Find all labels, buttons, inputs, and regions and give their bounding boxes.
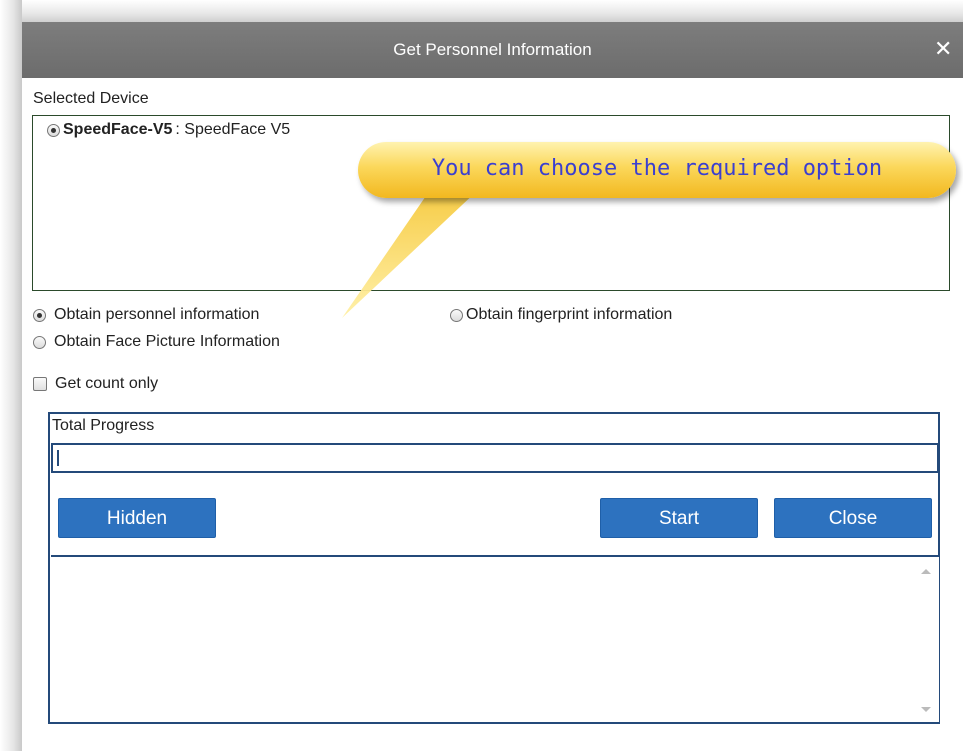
device-item-speedface[interactable]: SpeedFace-V5 : SpeedFace V5 — [47, 121, 290, 139]
option-face-picture-label: Obtain Face Picture Information — [54, 333, 280, 350]
option-personnel[interactable]: Obtain personnel information — [33, 306, 259, 324]
hidden-button[interactable]: Hidden — [58, 498, 216, 538]
total-progress-bar — [51, 443, 939, 473]
scroll-up-icon[interactable] — [921, 569, 931, 574]
dialog-titlebar: Get Personnel Information ✕ — [22, 22, 963, 78]
callout-text: You can choose the required option — [431, 156, 883, 181]
option-count-only-label: Get count only — [55, 375, 159, 392]
close-icon[interactable]: ✕ — [934, 38, 952, 60]
option-personnel-label: Obtain personnel information — [54, 306, 260, 323]
tooltip-callout: You can choose the required option — [358, 142, 956, 198]
selected-device-label: Selected Device — [33, 90, 149, 107]
close-button[interactable]: Close — [774, 498, 932, 538]
window-shadow-left — [0, 0, 22, 751]
get-personnel-dialog: Get Personnel Information ✕ Selected Dev… — [22, 22, 963, 751]
log-textarea[interactable] — [51, 555, 939, 722]
progress-panel: Total Progress Hidden Start Close — [48, 412, 940, 724]
dialog-title: Get Personnel Information — [393, 40, 592, 59]
option-fingerprint[interactable]: Obtain fingerprint information — [450, 306, 672, 324]
start-button[interactable]: Start — [600, 498, 758, 538]
scroll-down-icon[interactable] — [921, 707, 931, 712]
face-picture-radio[interactable] — [33, 335, 46, 349]
device-radio[interactable] — [47, 123, 60, 137]
personnel-radio[interactable] — [33, 308, 46, 322]
fingerprint-radio[interactable] — [450, 308, 463, 322]
device-model: : SpeedFace V5 — [175, 121, 291, 138]
option-fingerprint-label: Obtain fingerprint information — [466, 306, 673, 323]
option-face-picture[interactable]: Obtain Face Picture Information — [33, 333, 280, 351]
window-shadow-top — [0, 0, 963, 22]
device-name: SpeedFace-V5 — [63, 121, 173, 138]
option-count-only[interactable]: Get count only — [33, 375, 158, 393]
total-progress-label: Total Progress — [52, 417, 155, 434]
count-only-checkbox[interactable] — [33, 377, 47, 391]
progress-fill — [57, 450, 59, 466]
